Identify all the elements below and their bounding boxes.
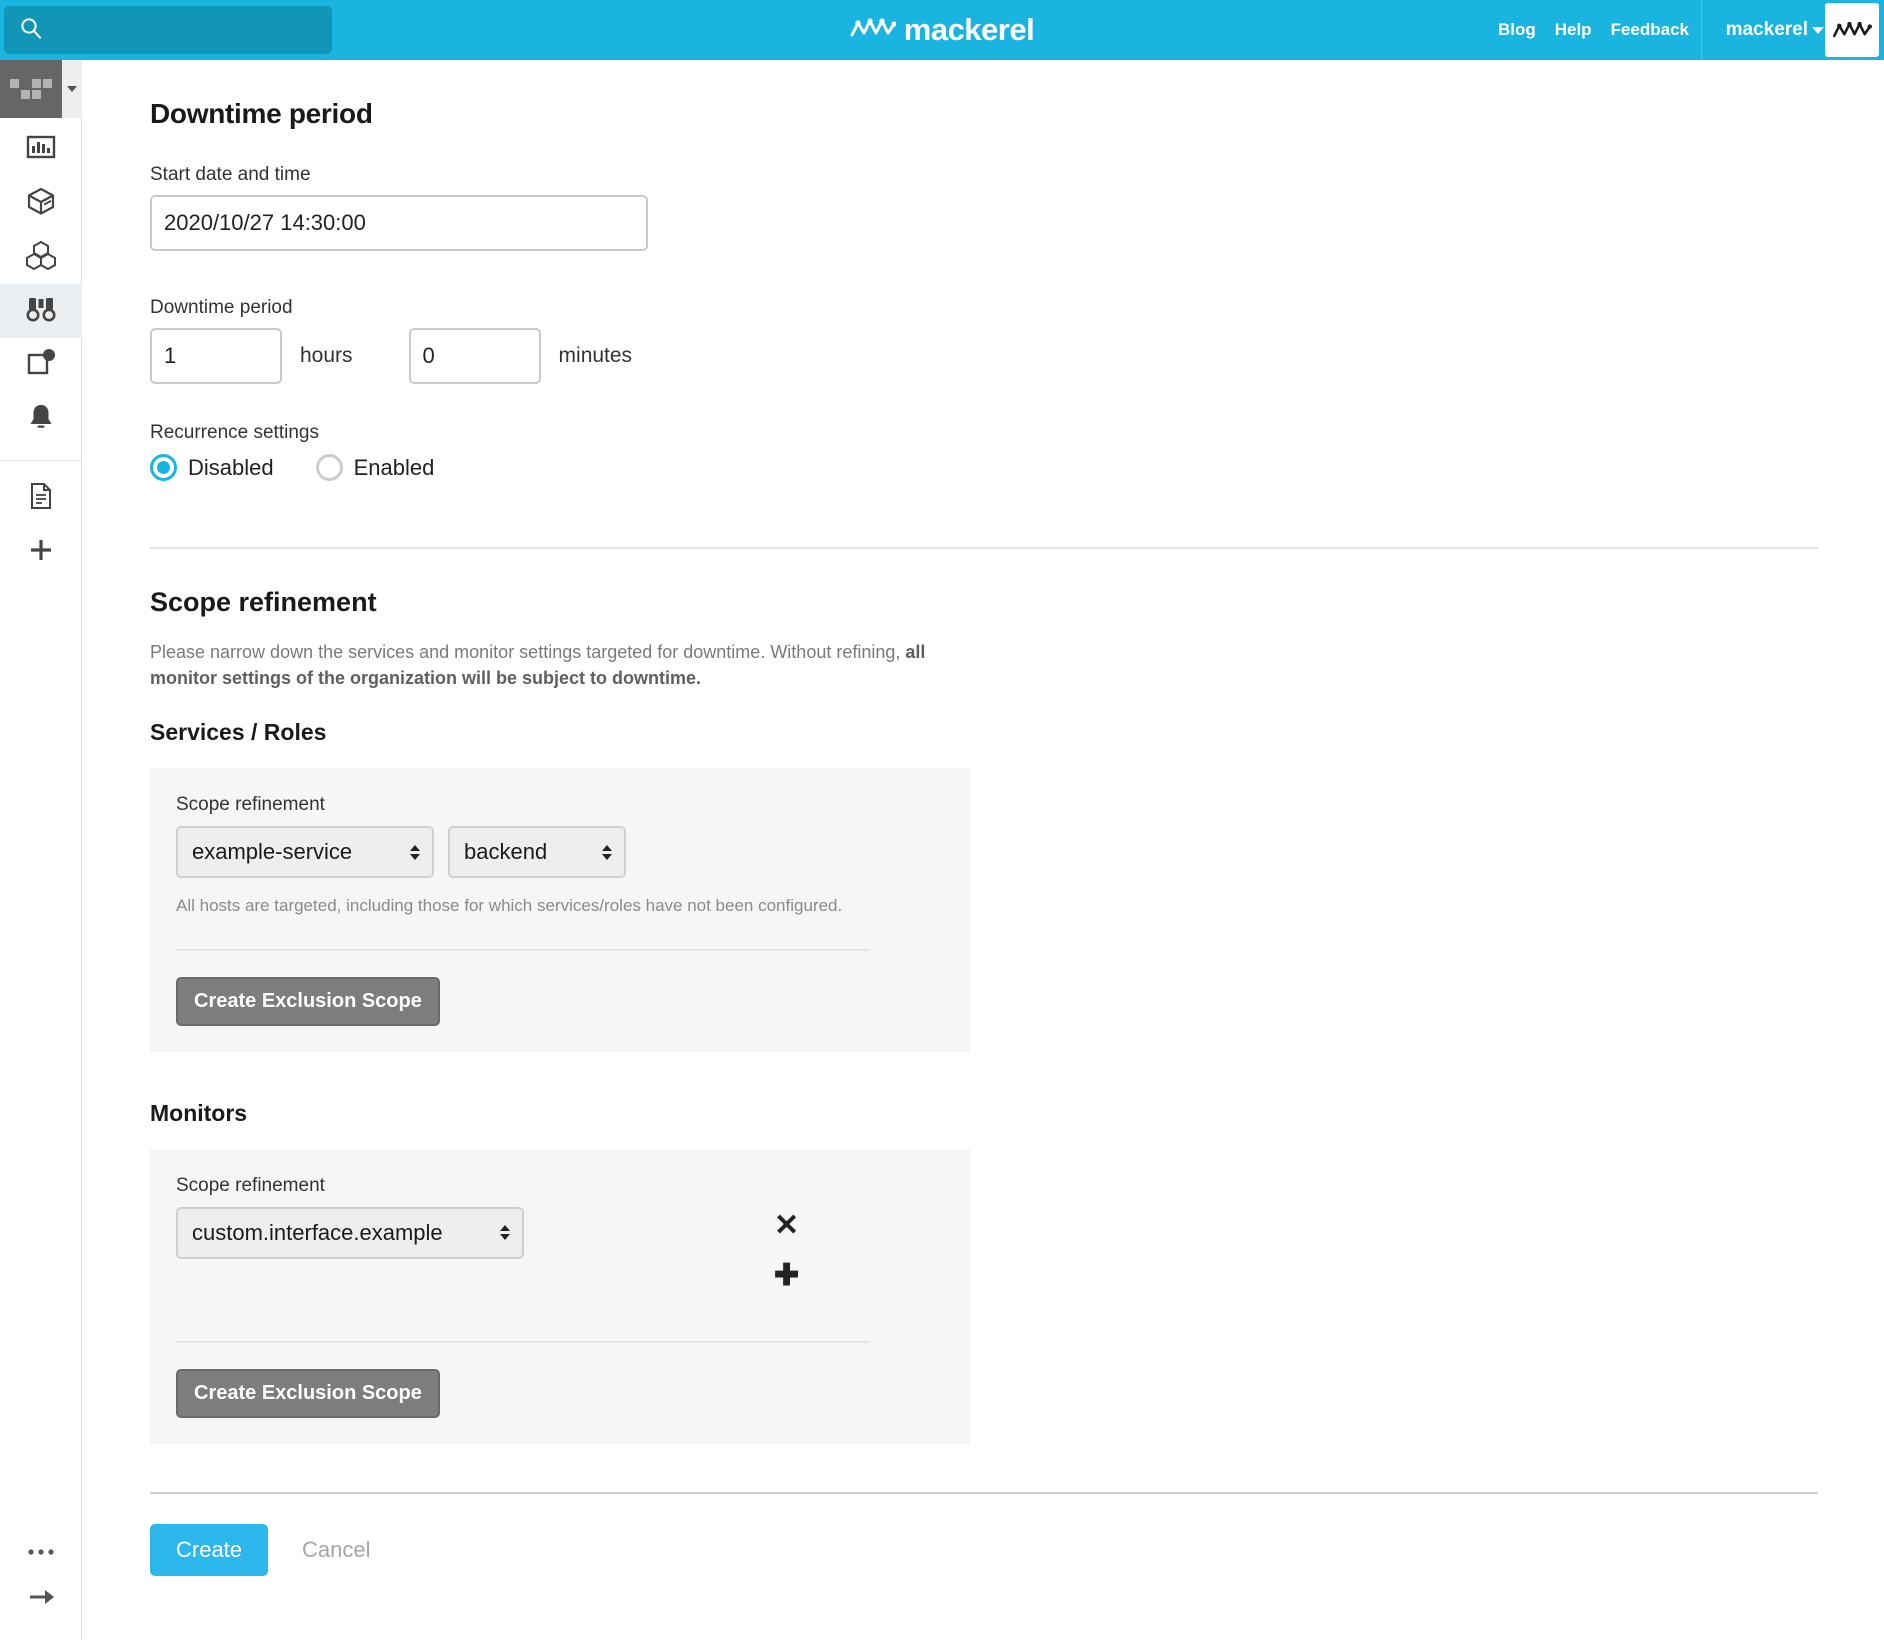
sidebar-divider bbox=[0, 460, 82, 461]
sidebar bbox=[0, 60, 82, 1640]
mackerel-logo-icon bbox=[850, 15, 897, 46]
sidebar-bottom-nav bbox=[0, 1530, 82, 1622]
select-arrows-icon bbox=[500, 1225, 510, 1241]
search-input[interactable] bbox=[52, 19, 322, 41]
sidebar-item-hosts[interactable] bbox=[0, 230, 82, 284]
sidebar-item-services[interactable] bbox=[0, 176, 82, 230]
section-divider bbox=[150, 547, 1818, 549]
monitors-select-row: custom.interface.example ✕ ✚ bbox=[176, 1206, 970, 1291]
services-create-exclusion-scope-button[interactable]: Create Exclusion Scope bbox=[176, 976, 440, 1026]
services-panel-divider bbox=[176, 948, 870, 951]
nav-link-blog[interactable]: Blog bbox=[1498, 20, 1536, 40]
alert-flag-icon bbox=[26, 348, 56, 383]
scope-desc-plain: Please narrow down the services and moni… bbox=[150, 642, 906, 662]
sidebar-item-docs[interactable] bbox=[0, 471, 82, 525]
services-selects-row: example-service backend bbox=[176, 826, 970, 879]
close-icon[interactable]: ✕ bbox=[774, 1210, 799, 1241]
plus-icon[interactable]: ✚ bbox=[774, 1260, 799, 1291]
sidebar-item-expand[interactable] bbox=[0, 1576, 82, 1622]
sidebar-item-create[interactable] bbox=[0, 525, 82, 579]
binoculars-icon bbox=[26, 294, 56, 329]
service-select[interactable]: example-service bbox=[176, 826, 434, 879]
nav-link-help[interactable]: Help bbox=[1555, 20, 1592, 40]
scope-refinement-description: Please narrow down the services and moni… bbox=[150, 640, 940, 691]
cancel-button[interactable]: Cancel bbox=[296, 1536, 376, 1564]
bell-icon bbox=[26, 402, 56, 437]
top-nav-links: Blog Help Feedback bbox=[1498, 0, 1689, 60]
monitors-create-exclusion-scope-button[interactable]: Create Exclusion Scope bbox=[176, 1368, 440, 1418]
monitor-row-actions: ✕ ✚ bbox=[774, 1210, 799, 1291]
header-divider bbox=[1701, 0, 1702, 60]
cube-icon bbox=[26, 186, 56, 221]
role-select[interactable]: backend bbox=[448, 826, 626, 879]
services-roles-title: Services / Roles bbox=[150, 719, 327, 746]
downtime-period-label: Downtime period bbox=[150, 297, 293, 318]
sidebar-item-more[interactable] bbox=[0, 1530, 82, 1576]
document-icon bbox=[28, 482, 54, 515]
minutes-unit-label: minutes bbox=[558, 344, 633, 367]
top-bar: mackerel Blog Help Feedback mackerel bbox=[0, 0, 1884, 60]
monitors-panel-label: Scope refinement bbox=[176, 1174, 325, 1196]
scope-refinement-title: Scope refinement bbox=[150, 587, 377, 617]
recurrence-option-enabled[interactable]: Enabled bbox=[315, 454, 435, 481]
brand-text: mackerel bbox=[903, 12, 1035, 47]
recurrence-option-disabled[interactable]: Disabled bbox=[150, 454, 274, 481]
monitors-title: Monitors bbox=[150, 1099, 248, 1126]
create-button[interactable]: Create bbox=[150, 1523, 269, 1576]
chevron-down-icon bbox=[67, 86, 77, 92]
monitor-select[interactable]: custom.interface.example bbox=[176, 1206, 524, 1259]
bar-chart-icon bbox=[26, 132, 56, 167]
page-title: Downtime period bbox=[150, 98, 373, 129]
search-box[interactable] bbox=[4, 6, 332, 54]
avatar[interactable] bbox=[1825, 3, 1879, 57]
monitors-panel: Scope refinement custom.interface.exampl… bbox=[150, 1148, 970, 1444]
sidebar-org-caret[interactable] bbox=[62, 60, 82, 118]
org-avatar bbox=[0, 60, 62, 118]
plus-icon bbox=[27, 536, 55, 569]
downtime-hours-input[interactable] bbox=[150, 328, 282, 384]
select-arrows-icon bbox=[602, 844, 612, 860]
monitors-panel-divider bbox=[176, 1340, 870, 1343]
radio-disabled-label: Disabled bbox=[188, 454, 274, 480]
footer-actions: Create Cancel bbox=[150, 1523, 1884, 1576]
mackerel-logo-icon bbox=[1832, 21, 1872, 38]
main-content: Downtime period Start date and time Down… bbox=[83, 60, 1884, 1640]
services-hint-text: All hosts are targeted, including those … bbox=[176, 896, 843, 916]
services-panel-label: Scope refinement bbox=[176, 794, 325, 816]
radio-enabled[interactable] bbox=[315, 454, 343, 481]
service-select-value: example-service bbox=[192, 839, 353, 865]
sidebar-item-alerts[interactable] bbox=[0, 338, 82, 392]
start-datetime-label: Start date and time bbox=[150, 164, 311, 185]
sidebar-item-monitors[interactable] bbox=[0, 284, 82, 338]
ellipsis-icon bbox=[27, 1544, 55, 1562]
search-icon bbox=[20, 17, 42, 44]
nav-link-feedback[interactable]: Feedback bbox=[1611, 20, 1689, 40]
hours-unit-label: hours bbox=[300, 344, 353, 367]
select-arrows-icon bbox=[410, 844, 420, 860]
arrow-right-icon bbox=[27, 1586, 55, 1613]
chevron-down-icon bbox=[1812, 26, 1824, 34]
services-roles-panel: Scope refinement example-service backend… bbox=[150, 768, 970, 1052]
avatar-pattern-icon bbox=[10, 79, 52, 99]
radio-enabled-label: Enabled bbox=[353, 454, 435, 480]
footer-divider bbox=[150, 1491, 1818, 1494]
downtime-minutes-input[interactable] bbox=[408, 328, 541, 384]
org-menu-label: mackerel bbox=[1725, 19, 1808, 40]
sidebar-item-notifications[interactable] bbox=[0, 392, 82, 446]
monitor-select-value: custom.interface.example bbox=[192, 1219, 443, 1245]
role-select-value: backend bbox=[464, 839, 548, 865]
cubes-icon bbox=[26, 240, 56, 275]
sidebar-item-dashboards[interactable] bbox=[0, 122, 82, 176]
recurrence-settings-label: Recurrence settings bbox=[150, 422, 319, 443]
radio-disabled[interactable] bbox=[150, 454, 177, 481]
sidebar-org-selector[interactable] bbox=[0, 60, 82, 118]
org-menu[interactable]: mackerel bbox=[1726, 0, 1824, 60]
downtime-period-row: hours minutes bbox=[150, 328, 1884, 384]
sidebar-nav bbox=[0, 118, 82, 579]
start-datetime-input[interactable] bbox=[150, 195, 648, 251]
recurrence-radio-group: Disabled Enabled bbox=[150, 454, 1884, 481]
